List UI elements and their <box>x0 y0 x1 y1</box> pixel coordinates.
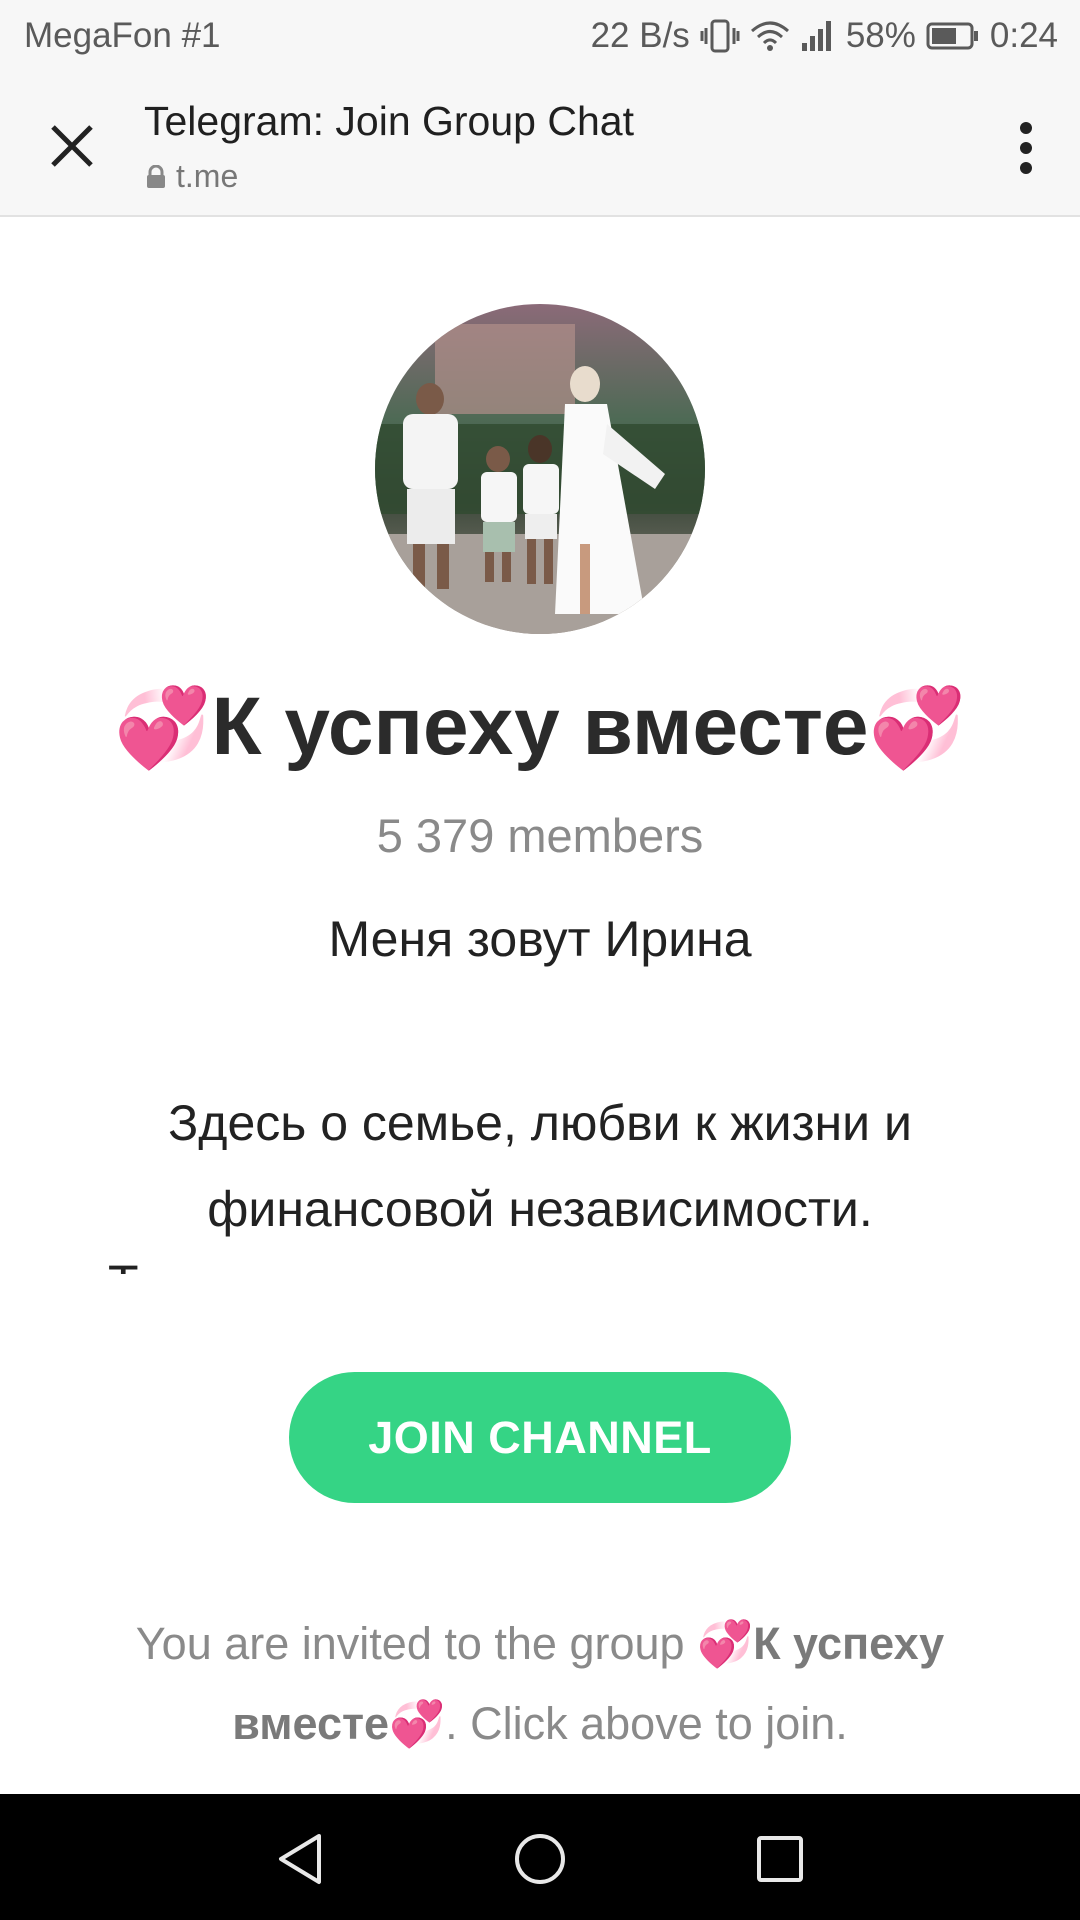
invite-heart-left: 💞 <box>697 1618 754 1669</box>
close-button[interactable] <box>30 104 114 188</box>
status-bar: MegaFon #1 22 B/s 58% 0:24 <box>0 0 1080 74</box>
signal-icon <box>800 19 836 53</box>
join-channel-button[interactable]: JOIN CHANNEL <box>289 1372 791 1503</box>
member-count: 5 379 members <box>376 809 704 862</box>
group-title: 💞К успеху вместе💞 <box>0 680 1080 774</box>
home-nav-button[interactable] <box>505 1824 575 1894</box>
recents-nav-button[interactable] <box>745 1824 815 1894</box>
page-title: Telegram: Join Group Chat <box>144 98 634 144</box>
invite-heart-right: 💞 <box>389 1698 446 1749</box>
description-truncated: Т <box>108 1258 138 1274</box>
invite-prefix: You are invited to the group <box>135 1618 698 1669</box>
description-line-1: Меня зовут Ирина <box>328 911 752 967</box>
group-name: К успеху вместе <box>211 681 869 772</box>
carrier-name: MegaFon #1 <box>24 16 221 55</box>
heart-emoji-left: 💞 <box>114 683 212 771</box>
browser-toolbar: Telegram: Join Group Chat t.me <box>0 74 1080 217</box>
invite-suffix: . Click above to join. <box>445 1698 848 1749</box>
navigation-bar <box>0 1794 1080 1920</box>
status-icons: 22 B/s 58% 0:24 <box>591 16 1058 56</box>
description-line-2: Здесь о семье, любви к жизни и финансово… <box>168 1095 912 1237</box>
more-vert-icon <box>1020 122 1032 174</box>
network-speed: 22 B/s <box>590 16 690 55</box>
page-url[interactable]: t.me <box>146 158 238 195</box>
back-nav-button[interactable] <box>265 1824 335 1894</box>
recents-square-icon <box>757 1836 803 1882</box>
lock-icon <box>147 164 165 188</box>
home-circle-icon <box>515 1834 565 1884</box>
invite-text: You are invited to the group 💞К успеху в… <box>90 1604 990 1764</box>
url-text: t.me <box>176 158 239 194</box>
back-triangle-icon <box>279 1834 321 1884</box>
heart-emoji-right: 💞 <box>868 683 966 771</box>
vibrate-icon <box>700 18 740 54</box>
overflow-menu-button[interactable] <box>996 110 1056 186</box>
group-avatar <box>375 304 705 634</box>
wifi-icon <box>750 19 790 53</box>
clock-time: 0:24 <box>989 16 1058 55</box>
close-icon <box>51 125 93 167</box>
battery-icon <box>926 21 980 51</box>
battery-percent: 58% <box>845 16 916 55</box>
